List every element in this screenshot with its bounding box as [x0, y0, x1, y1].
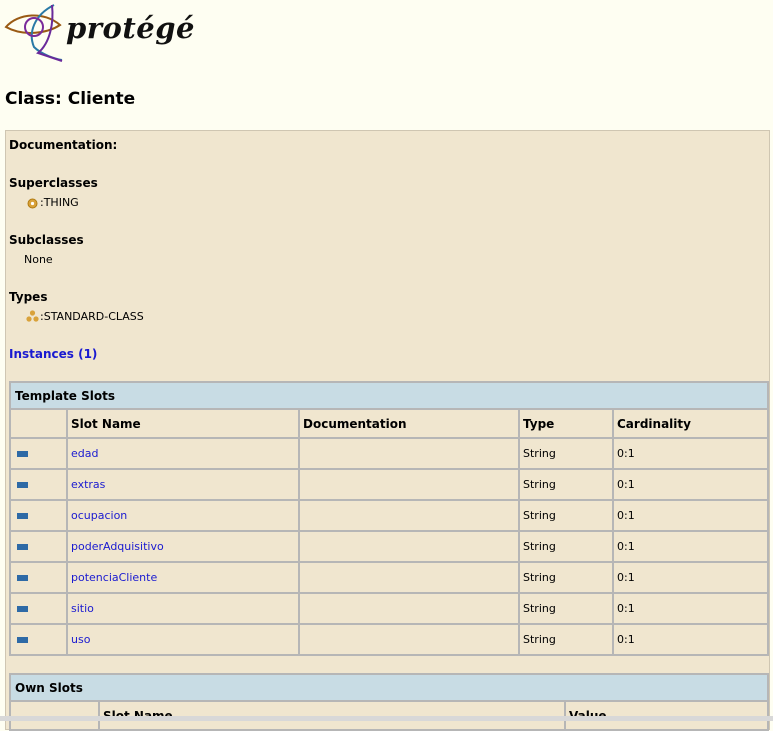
page-title: Class: Cliente — [5, 89, 136, 109]
table-row: uso String 0:1 — [10, 624, 768, 655]
slot-documentation — [299, 531, 519, 562]
types-label: Types — [9, 290, 48, 304]
table-row: poderAdquisitivo String 0:1 — [10, 531, 768, 562]
column-header-cardinality: Cardinality — [613, 409, 768, 438]
slot-icon-cell — [10, 469, 67, 500]
slot-type: String — [519, 500, 613, 531]
slot-name-link[interactable]: edad — [71, 447, 98, 460]
logo-wordmark: protégé — [66, 11, 195, 45]
table-row: potenciaCliente String 0:1 — [10, 562, 768, 593]
column-header-type: Type — [519, 409, 613, 438]
slot-documentation — [299, 593, 519, 624]
instances-link[interactable]: Instances (1) — [9, 347, 97, 361]
slot-icon — [17, 637, 28, 643]
table-row: extras String 0:1 — [10, 469, 768, 500]
slot-icon-cell — [10, 500, 67, 531]
slot-cardinality: 0:1 — [613, 562, 768, 593]
slot-name-link[interactable]: sitio — [71, 602, 94, 615]
horizontal-scrollbar[interactable] — [0, 716, 773, 721]
superclasses-label: Superclasses — [9, 176, 98, 190]
slot-icon-cell — [10, 562, 67, 593]
table-row: sitio String 0:1 — [10, 593, 768, 624]
slot-type: String — [519, 531, 613, 562]
slot-documentation — [299, 438, 519, 469]
protege-logo: protégé — [4, 3, 194, 63]
slot-icon — [17, 606, 28, 612]
slot-cardinality: 0:1 — [613, 531, 768, 562]
documentation-label: Documentation: — [9, 138, 118, 152]
slot-icon — [17, 544, 28, 550]
icon-column-header — [10, 409, 67, 438]
type-item: :STANDARD-CLASS — [40, 310, 144, 323]
slot-cardinality: 0:1 — [613, 438, 768, 469]
slot-icon-cell — [10, 438, 67, 469]
column-header-slot-name: Slot Name — [67, 409, 299, 438]
slot-cardinality: 0:1 — [613, 469, 768, 500]
own-slots-table: Own Slots Slot Name Value — [9, 673, 769, 731]
slot-icon — [17, 482, 28, 488]
table-row: ocupacion String 0:1 — [10, 500, 768, 531]
slot-icon-cell — [10, 531, 67, 562]
slot-icon — [17, 575, 28, 581]
slot-documentation — [299, 500, 519, 531]
metaclass-icon — [26, 307, 39, 326]
template-slots-table: Template Slots Slot Name Documentation T… — [9, 381, 769, 656]
slot-cardinality: 0:1 — [613, 624, 768, 655]
slot-icon-cell — [10, 593, 67, 624]
superclass-item: :THING — [40, 196, 79, 209]
slot-type: String — [519, 438, 613, 469]
slot-documentation — [299, 469, 519, 500]
slot-icon — [17, 451, 28, 457]
slot-name-link[interactable]: ocupacion — [71, 509, 127, 522]
slot-type: String — [519, 469, 613, 500]
slot-name-link[interactable]: extras — [71, 478, 105, 491]
slot-type: String — [519, 593, 613, 624]
column-header-documentation: Documentation — [299, 409, 519, 438]
subclasses-value: None — [24, 253, 53, 266]
slot-cardinality: 0:1 — [613, 500, 768, 531]
slot-documentation — [299, 624, 519, 655]
protege-logo-icon — [4, 4, 63, 62]
superclass-icon — [27, 194, 38, 213]
slot-name-link[interactable]: uso — [71, 633, 90, 646]
subclasses-label: Subclasses — [9, 233, 84, 247]
slot-documentation — [299, 562, 519, 593]
table-row: edad String 0:1 — [10, 438, 768, 469]
slot-name-link[interactable]: poderAdquisitivo — [71, 540, 164, 553]
slot-cardinality: 0:1 — [613, 593, 768, 624]
template-slots-title: Template Slots — [10, 382, 768, 409]
own-slots-title: Own Slots — [10, 674, 768, 701]
slot-icon — [17, 513, 28, 519]
slot-icon-cell — [10, 624, 67, 655]
class-details-panel: Documentation: Superclasses :THING Subcl… — [5, 130, 770, 731]
slot-type: String — [519, 562, 613, 593]
slot-type: String — [519, 624, 613, 655]
slot-name-link[interactable]: potenciaCliente — [71, 571, 157, 584]
